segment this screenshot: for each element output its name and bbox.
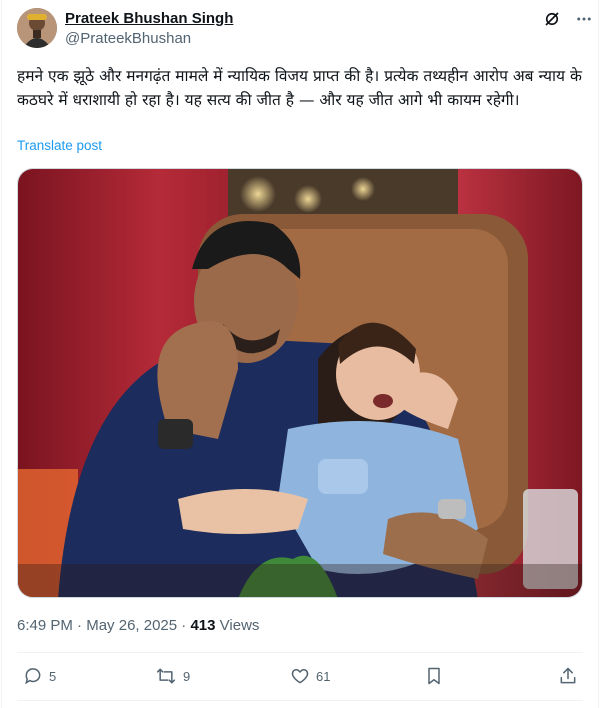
bookmark-icon — [425, 666, 443, 686]
header-icons — [543, 10, 593, 28]
like-count: 61 — [316, 668, 331, 684]
like-button[interactable]: 61 — [290, 666, 330, 686]
tweet-card: Prateek Bhushan Singh @PrateekBhushan हम… — [1, 0, 599, 708]
avatar[interactable] — [17, 8, 57, 48]
grok-icon[interactable] — [543, 10, 561, 28]
tweet-time[interactable]: 6:49 PM — [17, 617, 73, 634]
like-icon — [290, 666, 310, 686]
tweet-header: Prateek Bhushan Singh @PrateekBhushan — [17, 8, 597, 50]
translate-post-link[interactable]: Translate post — [17, 138, 102, 153]
tweet-date[interactable]: May 26, 2025 — [86, 617, 177, 634]
divider — [17, 652, 583, 653]
action-bar: 5 9 61 — [17, 660, 583, 694]
reply-button[interactable]: 5 — [23, 666, 56, 686]
tweet-meta: 6:49 PM · May 26, 2025 · 413 Views — [17, 617, 259, 634]
bookmark-button[interactable] — [425, 666, 443, 686]
tweet-text: हमने एक झूठे और मनगढ़ंत मामले में न्यायि… — [17, 67, 582, 109]
meta-separator: · — [77, 617, 83, 634]
reply-count: 5 — [49, 668, 57, 684]
author-names: Prateek Bhushan Singh @PrateekBhushan — [65, 10, 233, 49]
views-count[interactable]: 413 — [190, 617, 215, 634]
meta-separator: · — [181, 617, 187, 634]
share-button[interactable] — [558, 666, 578, 686]
more-icon[interactable] — [575, 10, 593, 28]
divider — [17, 700, 583, 701]
repost-button[interactable]: 9 — [155, 666, 190, 686]
reply-icon — [23, 666, 43, 686]
display-name[interactable]: Prateek Bhushan Singh — [65, 10, 233, 28]
repost-icon — [155, 666, 177, 686]
share-icon — [558, 666, 578, 686]
tweet-photo[interactable] — [17, 168, 583, 598]
user-handle[interactable]: @PrateekBhushan — [65, 29, 233, 49]
repost-count: 9 — [183, 668, 191, 684]
views-label: Views — [219, 617, 260, 634]
